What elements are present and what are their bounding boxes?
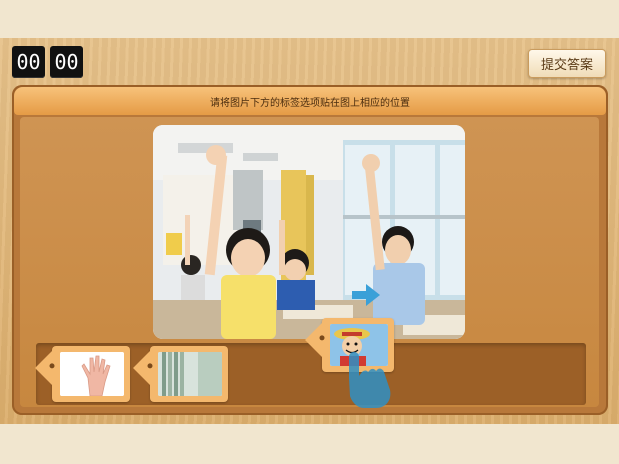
label-tag-curtain[interactable] [133,346,228,402]
arrow-right-icon [352,284,380,306]
label-tag-hand[interactable] [35,346,130,402]
timer-seconds: 00 [50,46,83,78]
curtain-icon [158,352,222,396]
hand-icon [60,352,124,396]
drag-hand-icon [349,352,391,408]
submit-answer-button[interactable]: 提交答案 [528,49,606,78]
classroom-photo-drop-target[interactable] [153,125,465,339]
instruction-bar: 请将图片下方的标签选项贴在图上相应的位置 [14,87,606,115]
timer-minutes: 00 [12,46,45,78]
instruction-text: 请将图片下方的标签选项贴在图上相应的位置 [210,97,410,109]
countdown-timer: 00 00 [12,46,83,78]
classroom-photo [153,125,465,339]
